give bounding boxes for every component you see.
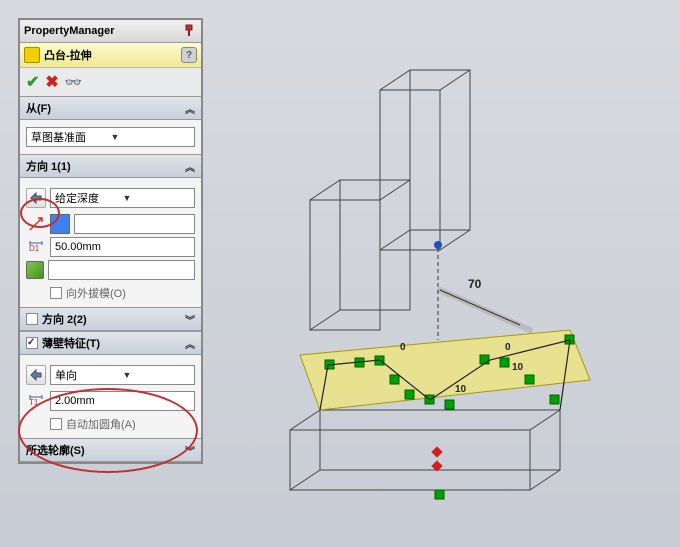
thin-enable-checkbox[interactable]: [26, 337, 38, 349]
svg-text:10: 10: [455, 384, 467, 395]
property-manager-panel: PropertyManager 凸台-拉伸 ? ✔ ✖ 👓 从(F) ︽ 草图基…: [18, 18, 203, 464]
chevron-up-icon: ︽: [185, 159, 195, 174]
section-from-label: 从(F): [26, 100, 51, 116]
preview-button[interactable]: 👓: [65, 74, 82, 91]
chevron-up-icon: ︽: [185, 336, 195, 351]
chevron-down-icon: ▼: [123, 370, 191, 380]
section-dir1-head[interactable]: 方向 1(1) ︽: [20, 154, 201, 178]
thin-thickness-value: 2.00mm: [55, 395, 95, 407]
dir1-color-swatch[interactable]: [50, 214, 70, 234]
feature-title-bar: 凸台-拉伸 ?: [20, 43, 201, 68]
draft-icon[interactable]: [26, 261, 44, 279]
dir2-enable-checkbox[interactable]: [26, 313, 38, 325]
svg-text:T1: T1: [29, 398, 39, 407]
svg-text:10: 10: [512, 362, 524, 373]
dir1-mode-combo[interactable]: 给定深度 ▼: [50, 188, 195, 208]
chevron-down-icon: ▼: [123, 193, 191, 203]
feature-name: 凸台-拉伸: [44, 47, 177, 63]
thin-mode-value: 单向: [55, 367, 123, 383]
chevron-down-icon: ︾: [185, 443, 195, 458]
from-plane-combo[interactable]: 草图基准面 ▼: [26, 127, 195, 147]
section-from-body: 草图基准面 ▼: [20, 120, 201, 154]
chevron-up-icon: ︽: [185, 101, 195, 116]
chevron-down-icon: ▼: [111, 132, 191, 142]
pm-header: PropertyManager: [20, 20, 201, 43]
dir1-direction-input[interactable]: [74, 214, 195, 234]
extrude-direction-handle[interactable]: [434, 241, 530, 340]
dir1-mode-value: 给定深度: [55, 190, 123, 206]
section-from-head[interactable]: 从(F) ︽: [20, 96, 201, 120]
cancel-button[interactable]: ✖: [45, 72, 58, 92]
auto-fillet-label: 自动加圆角(A): [66, 416, 136, 432]
draft-outward-label: 向外拔模(O): [66, 285, 126, 301]
section-dir2-head[interactable]: 方向 2(2) ︾: [20, 307, 201, 331]
depth-dimension-icon: D1: [26, 237, 46, 257]
section-thin-body: 单向 ▼ T1 2.00mm 自动加圆角(A): [20, 355, 201, 438]
thickness-dimension-icon: T1: [26, 391, 46, 411]
svg-text:0: 0: [400, 342, 406, 353]
svg-text:70: 70: [468, 277, 482, 291]
dir1-depth-input[interactable]: 50.00mm: [50, 237, 195, 257]
extrude-feature-icon: [24, 47, 40, 63]
section-dir2-label: 方向 2(2): [42, 311, 87, 327]
section-thin-label: 薄壁特征(T): [42, 335, 100, 351]
section-contours-head[interactable]: 所选轮廓(S) ︾: [20, 438, 201, 462]
svg-text:D1: D1: [29, 244, 40, 253]
pushpin-icon[interactable]: [181, 23, 197, 39]
reverse-direction-icon[interactable]: [26, 188, 46, 208]
origin-marker: [431, 446, 442, 471]
auto-fillet-checkbox[interactable]: [50, 418, 62, 430]
thin-reverse-icon[interactable]: [26, 365, 46, 385]
help-icon[interactable]: ?: [181, 47, 197, 63]
pm-title: PropertyManager: [24, 25, 114, 37]
graphics-viewport[interactable]: 70 0 0 10 10: [230, 30, 660, 510]
sketch-plane: [300, 330, 590, 410]
thin-mode-combo[interactable]: 单向 ▼: [50, 365, 195, 385]
chevron-down-icon: ︾: [185, 312, 195, 327]
svg-text:0: 0: [505, 342, 511, 353]
ok-button[interactable]: ✔: [26, 72, 39, 92]
action-row: ✔ ✖ 👓: [20, 68, 201, 96]
from-plane-value: 草图基准面: [31, 129, 111, 145]
dir1-depth-value: 50.00mm: [55, 241, 101, 253]
section-thin-head[interactable]: 薄壁特征(T) ︽: [20, 331, 201, 355]
thin-thickness-input[interactable]: 2.00mm: [50, 391, 195, 411]
dir1-draft-input[interactable]: [48, 260, 195, 280]
draft-outward-checkbox[interactable]: [50, 287, 62, 299]
direction-arrow-icon: [26, 214, 46, 234]
section-dir1-body: 给定深度 ▼ D1 50.00mm 向外拔模(O): [20, 178, 201, 307]
section-contours-label: 所选轮廓(S): [26, 442, 85, 458]
section-dir1-label: 方向 1(1): [26, 158, 71, 174]
